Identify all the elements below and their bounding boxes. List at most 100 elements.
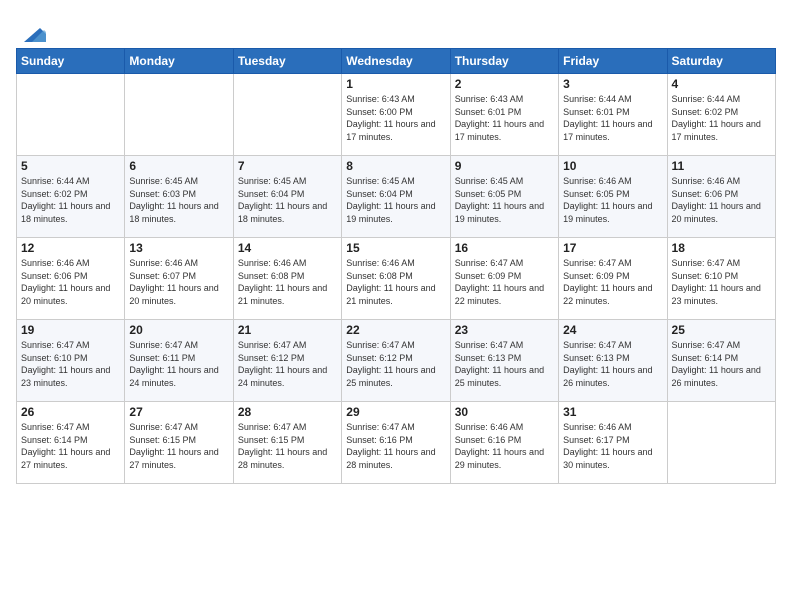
calendar-cell: 27 Sunrise: 6:47 AM Sunset: 6:15 PM Dayli… (125, 402, 233, 484)
day-info: Sunrise: 6:45 AM Sunset: 6:04 PM Dayligh… (346, 175, 445, 225)
day-number: 12 (21, 241, 120, 255)
day-number: 16 (455, 241, 554, 255)
day-info: Sunrise: 6:45 AM Sunset: 6:04 PM Dayligh… (238, 175, 337, 225)
day-info: Sunrise: 6:45 AM Sunset: 6:05 PM Dayligh… (455, 175, 554, 225)
day-info: Sunrise: 6:47 AM Sunset: 6:13 PM Dayligh… (455, 339, 554, 389)
day-info: Sunrise: 6:47 AM Sunset: 6:14 PM Dayligh… (21, 421, 120, 471)
weekday-header-row: SundayMondayTuesdayWednesdayThursdayFrid… (17, 49, 776, 74)
page: SundayMondayTuesdayWednesdayThursdayFrid… (0, 0, 792, 494)
weekday-header-sunday: Sunday (17, 49, 125, 74)
day-number: 27 (129, 405, 228, 419)
calendar-cell: 25 Sunrise: 6:47 AM Sunset: 6:14 PM Dayli… (667, 320, 775, 402)
calendar-cell: 12 Sunrise: 6:46 AM Sunset: 6:06 PM Dayli… (17, 238, 125, 320)
calendar-cell: 21 Sunrise: 6:47 AM Sunset: 6:12 PM Dayli… (233, 320, 341, 402)
day-number: 14 (238, 241, 337, 255)
day-info: Sunrise: 6:47 AM Sunset: 6:10 PM Dayligh… (672, 257, 771, 307)
logo-icon (18, 14, 48, 44)
day-info: Sunrise: 6:47 AM Sunset: 6:09 PM Dayligh… (563, 257, 662, 307)
calendar-cell: 2 Sunrise: 6:43 AM Sunset: 6:01 PM Daylig… (450, 74, 558, 156)
weekday-header-thursday: Thursday (450, 49, 558, 74)
week-row-2: 5Sunrise: 6:44 AM Sunset: 6:02 PM Daylig… (17, 156, 776, 238)
calendar-cell: 9 Sunrise: 6:45 AM Sunset: 6:05 PM Daylig… (450, 156, 558, 238)
calendar-cell: 22Sunrise: 6:47 AM Sunset: 6:12 PM Dayli… (342, 320, 450, 402)
calendar-cell: 14 Sunrise: 6:46 AM Sunset: 6:08 PM Dayli… (233, 238, 341, 320)
calendar-cell: 29 Sunrise: 6:47 AM Sunset: 6:16 PM Dayli… (342, 402, 450, 484)
day-info: Sunrise: 6:46 AM Sunset: 6:05 PM Dayligh… (563, 175, 662, 225)
day-info: Sunrise: 6:46 AM Sunset: 6:08 PM Dayligh… (346, 257, 445, 307)
day-number: 2 (455, 77, 554, 91)
day-number: 23 (455, 323, 554, 337)
calendar-cell: 28 Sunrise: 6:47 AM Sunset: 6:15 PM Dayli… (233, 402, 341, 484)
calendar-cell: 6 Sunrise: 6:45 AM Sunset: 6:03 PM Daylig… (125, 156, 233, 238)
calendar-cell (17, 74, 125, 156)
calendar-cell: 16Sunrise: 6:47 AM Sunset: 6:09 PM Dayli… (450, 238, 558, 320)
calendar-cell: 19Sunrise: 6:47 AM Sunset: 6:10 PM Dayli… (17, 320, 125, 402)
day-number: 18 (672, 241, 771, 255)
calendar-cell: 31 Sunrise: 6:46 AM Sunset: 6:17 PM Dayli… (559, 402, 667, 484)
day-number: 30 (455, 405, 554, 419)
calendar-cell (233, 74, 341, 156)
day-info: Sunrise: 6:46 AM Sunset: 6:08 PM Dayligh… (238, 257, 337, 307)
day-info: Sunrise: 6:47 AM Sunset: 6:16 PM Dayligh… (346, 421, 445, 471)
day-number: 22 (346, 323, 445, 337)
day-info: Sunrise: 6:44 AM Sunset: 6:02 PM Dayligh… (21, 175, 120, 225)
day-info: Sunrise: 6:46 AM Sunset: 6:06 PM Dayligh… (21, 257, 120, 307)
calendar-cell: 10 Sunrise: 6:46 AM Sunset: 6:05 PM Dayli… (559, 156, 667, 238)
day-number: 10 (563, 159, 662, 173)
day-number: 1 (346, 77, 445, 91)
day-number: 4 (672, 77, 771, 91)
calendar-cell: 1 Sunrise: 6:43 AM Sunset: 6:00 PM Daylig… (342, 74, 450, 156)
day-info: Sunrise: 6:43 AM Sunset: 6:00 PM Dayligh… (346, 93, 445, 143)
calendar-cell (125, 74, 233, 156)
weekday-header-friday: Friday (559, 49, 667, 74)
weekday-header-tuesday: Tuesday (233, 49, 341, 74)
day-info: Sunrise: 6:47 AM Sunset: 6:14 PM Dayligh… (672, 339, 771, 389)
day-number: 28 (238, 405, 337, 419)
calendar-cell: 8 Sunrise: 6:45 AM Sunset: 6:04 PM Daylig… (342, 156, 450, 238)
weekday-header-wednesday: Wednesday (342, 49, 450, 74)
day-number: 8 (346, 159, 445, 173)
day-number: 17 (563, 241, 662, 255)
day-info: Sunrise: 6:46 AM Sunset: 6:16 PM Dayligh… (455, 421, 554, 471)
week-row-4: 19Sunrise: 6:47 AM Sunset: 6:10 PM Dayli… (17, 320, 776, 402)
day-info: Sunrise: 6:47 AM Sunset: 6:15 PM Dayligh… (238, 421, 337, 471)
weekday-header-saturday: Saturday (667, 49, 775, 74)
calendar-cell: 18 Sunrise: 6:47 AM Sunset: 6:10 PM Dayli… (667, 238, 775, 320)
calendar-cell (667, 402, 775, 484)
calendar-cell: 5Sunrise: 6:44 AM Sunset: 6:02 PM Daylig… (17, 156, 125, 238)
day-info: Sunrise: 6:47 AM Sunset: 6:12 PM Dayligh… (238, 339, 337, 389)
day-number: 19 (21, 323, 120, 337)
day-info: Sunrise: 6:47 AM Sunset: 6:11 PM Dayligh… (129, 339, 228, 389)
calendar-cell: 7 Sunrise: 6:45 AM Sunset: 6:04 PM Daylig… (233, 156, 341, 238)
calendar-cell: 3Sunrise: 6:44 AM Sunset: 6:01 PM Daylig… (559, 74, 667, 156)
day-info: Sunrise: 6:47 AM Sunset: 6:15 PM Dayligh… (129, 421, 228, 471)
weekday-header-monday: Monday (125, 49, 233, 74)
day-number: 29 (346, 405, 445, 419)
day-number: 31 (563, 405, 662, 419)
calendar-cell: 23 Sunrise: 6:47 AM Sunset: 6:13 PM Dayli… (450, 320, 558, 402)
day-info: Sunrise: 6:46 AM Sunset: 6:07 PM Dayligh… (129, 257, 228, 307)
day-number: 21 (238, 323, 337, 337)
day-number: 9 (455, 159, 554, 173)
day-info: Sunrise: 6:46 AM Sunset: 6:17 PM Dayligh… (563, 421, 662, 471)
calendar-cell: 15Sunrise: 6:46 AM Sunset: 6:08 PM Dayli… (342, 238, 450, 320)
day-number: 3 (563, 77, 662, 91)
week-row-1: 1 Sunrise: 6:43 AM Sunset: 6:00 PM Daylig… (17, 74, 776, 156)
day-number: 13 (129, 241, 228, 255)
day-info: Sunrise: 6:43 AM Sunset: 6:01 PM Dayligh… (455, 93, 554, 143)
calendar-cell: 24Sunrise: 6:47 AM Sunset: 6:13 PM Dayli… (559, 320, 667, 402)
logo (16, 14, 48, 44)
header (16, 10, 776, 44)
day-number: 6 (129, 159, 228, 173)
calendar-cell: 13 Sunrise: 6:46 AM Sunset: 6:07 PM Dayli… (125, 238, 233, 320)
calendar-cell: 20 Sunrise: 6:47 AM Sunset: 6:11 PM Dayli… (125, 320, 233, 402)
day-info: Sunrise: 6:45 AM Sunset: 6:03 PM Dayligh… (129, 175, 228, 225)
day-number: 25 (672, 323, 771, 337)
calendar-cell: 26 Sunrise: 6:47 AM Sunset: 6:14 PM Dayli… (17, 402, 125, 484)
day-number: 20 (129, 323, 228, 337)
calendar-cell: 30 Sunrise: 6:46 AM Sunset: 6:16 PM Dayli… (450, 402, 558, 484)
day-number: 11 (672, 159, 771, 173)
calendar-cell: 11Sunrise: 6:46 AM Sunset: 6:06 PM Dayli… (667, 156, 775, 238)
day-number: 7 (238, 159, 337, 173)
day-number: 26 (21, 405, 120, 419)
